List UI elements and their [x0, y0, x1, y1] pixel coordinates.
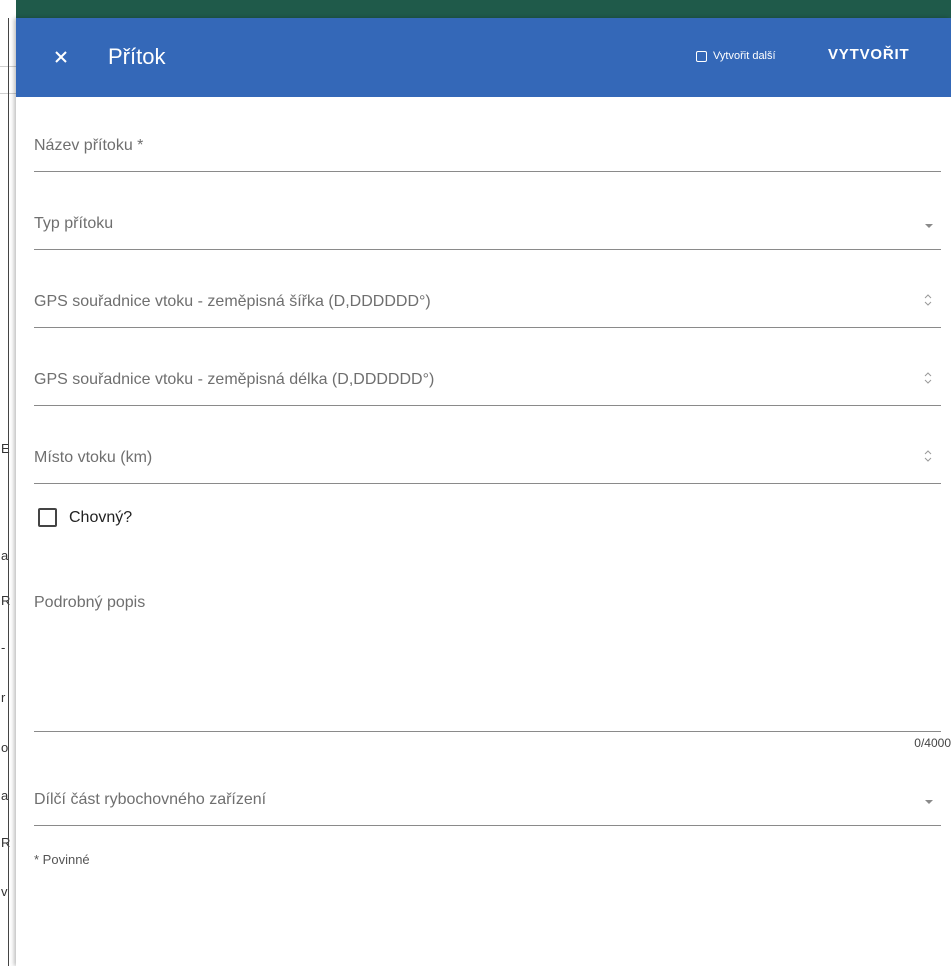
dialog-toolbar: Přítok Vytvořit další VYTVOŘIT — [16, 18, 951, 97]
background-text-fragment: v — [1, 884, 8, 899]
gps-longitude-field[interactable]: GPS souřadnice vtoku - zeměpisná délka (… — [34, 352, 941, 406]
create-another-label: Vytvořit další — [713, 50, 776, 62]
name-field[interactable]: Název přítoku * — [34, 118, 941, 172]
background-border — [8, 18, 9, 966]
facility-part-select[interactable]: Dílčí část rybochovného zařízení — [34, 772, 941, 826]
type-select[interactable]: Typ přítoku — [34, 196, 941, 250]
breeding-label: Chovný? — [69, 508, 133, 526]
background-text-fragment: r — [1, 690, 6, 705]
dropdown-arrow-icon — [925, 224, 933, 228]
spinner-icon[interactable] — [921, 448, 935, 464]
background-text-fragment: - — [1, 640, 6, 655]
description-input[interactable] — [34, 578, 941, 731]
spinner-icon[interactable] — [921, 370, 935, 386]
description-char-counter: 0/4000 — [914, 736, 951, 750]
description-textarea[interactable]: Podrobný popis — [34, 578, 941, 732]
create-button[interactable]: VYTVOŘIT — [828, 46, 909, 63]
type-select-label: Typ přítoku — [34, 215, 114, 232]
breeding-checkbox[interactable]: Chovný? — [38, 508, 132, 527]
gps-latitude-input[interactable] — [34, 274, 941, 327]
name-input[interactable] — [34, 118, 941, 171]
facility-part-label: Dílčí část rybochovného zařízení — [34, 791, 267, 808]
checkbox-icon — [696, 50, 707, 62]
inflow-dialog: Přítok Vytvořit další VYTVOŘIT Název pří… — [16, 18, 951, 966]
spinner-icon[interactable] — [921, 292, 935, 308]
create-another-checkbox[interactable]: Vytvořit další — [696, 50, 776, 62]
background-topbar — [0, 0, 951, 18]
checkbox-icon — [38, 508, 57, 527]
gps-longitude-input[interactable] — [34, 352, 941, 405]
dialog-title: Přítok — [108, 44, 166, 69]
close-icon — [55, 51, 67, 63]
close-button[interactable] — [44, 40, 78, 74]
required-note: * Povinné — [34, 852, 90, 867]
dropdown-arrow-icon — [925, 800, 933, 804]
gps-latitude-field[interactable]: GPS souřadnice vtoku - zeměpisná šířka (… — [34, 274, 941, 328]
inflow-km-input[interactable] — [34, 430, 941, 483]
inflow-km-field[interactable]: Místo vtoku (km) — [34, 430, 941, 484]
